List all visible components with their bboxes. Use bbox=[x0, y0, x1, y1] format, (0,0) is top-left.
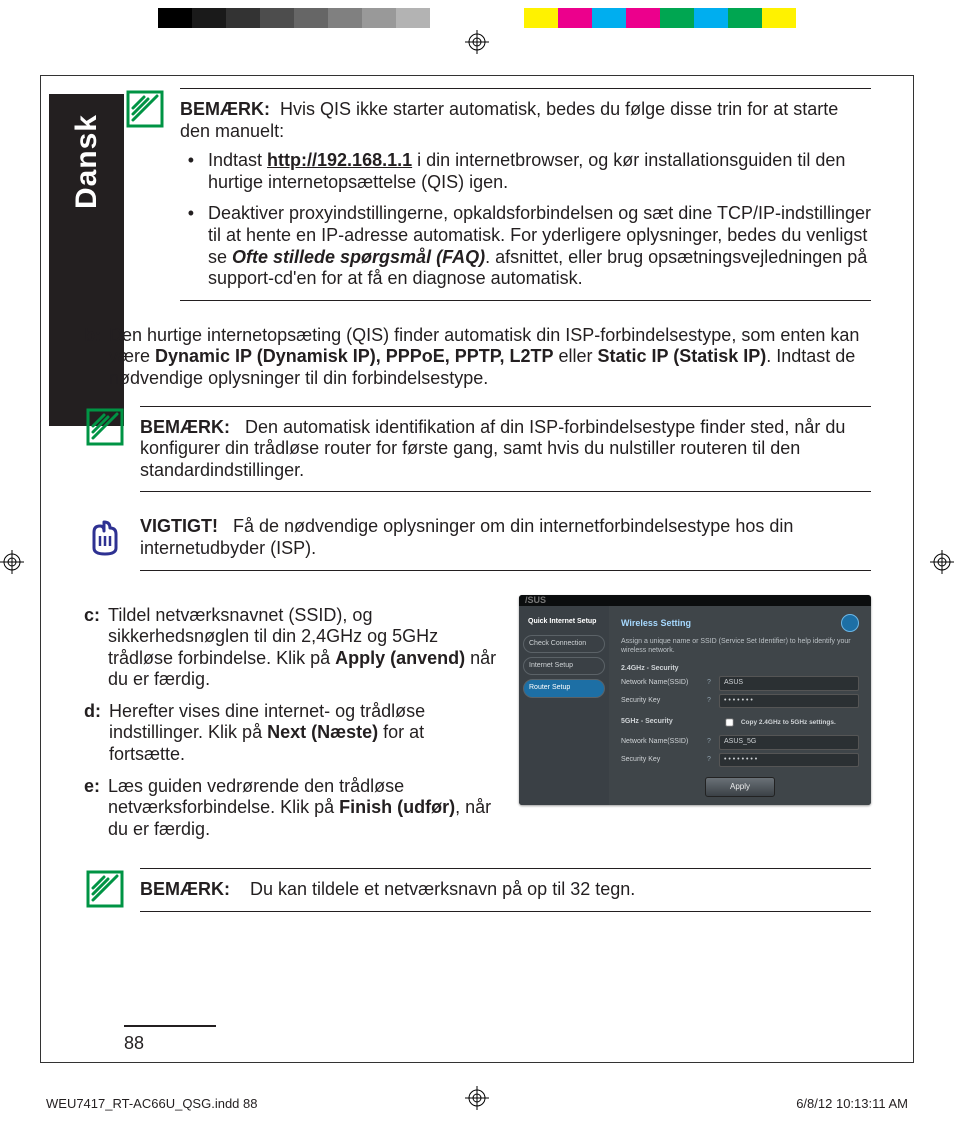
language-label: Dansk bbox=[70, 114, 104, 209]
important-icon bbox=[84, 516, 126, 558]
page-frame: Dansk BEMÆRK: Hvis QIS ikke starter auto… bbox=[40, 75, 914, 1063]
step-d: d: Herefter vises dine internet- og tråd… bbox=[84, 701, 503, 766]
note-block-1: BEMÆRK: Hvis QIS ikke starter automatisk… bbox=[124, 88, 871, 311]
note1-url: http://192.168.1.1 bbox=[267, 150, 412, 170]
print-color-bar bbox=[158, 8, 796, 28]
page-number: 88 bbox=[124, 1025, 216, 1054]
note-icon bbox=[84, 868, 126, 910]
apply-button: Apply bbox=[705, 777, 775, 797]
slug-filename: WEU7417_RT-AC66U_QSG.indd 88 bbox=[46, 1096, 257, 1111]
qis-header: Quick Internet Setup bbox=[523, 614, 605, 630]
note-block-3: BEMÆRK: Du kan tildele et netværksnavn p… bbox=[84, 868, 871, 922]
step-c: c: Tildel netværksnavnet (SSID), og sikk… bbox=[84, 605, 503, 691]
copy-checkbox bbox=[726, 719, 734, 727]
note1-bullet-2: Deaktiver proxyindstillingerne, opkaldsf… bbox=[204, 203, 871, 289]
sec-5ghz: 5GHz - Security bbox=[621, 718, 707, 726]
step-e: e: Læs guiden vedrørende den trådløse ne… bbox=[84, 776, 503, 841]
note1-lead: BEMÆRK: bbox=[180, 99, 270, 119]
note3-lead: BEMÆRK: bbox=[140, 879, 230, 899]
router-ui-figure: /SUS Quick Internet Setup Check Connecti… bbox=[519, 595, 871, 805]
router-brand: /SUS bbox=[525, 595, 546, 606]
qis-step-3: Router Setup bbox=[523, 679, 605, 697]
important-lead: VIGTIGT! bbox=[140, 516, 218, 536]
print-slug-footer: WEU7417_RT-AC66U_QSG.indd 88 6/8/12 10:1… bbox=[46, 1096, 908, 1111]
important-text: Få de nødvendige oplysninger om din inte… bbox=[140, 516, 793, 558]
note2-text: Den automatisk identifikation af din ISP… bbox=[140, 417, 845, 480]
note1-bullet-1: Indtast http://192.168.1.1 i din interne… bbox=[204, 150, 871, 193]
note1-intro: Hvis QIS ikke starter automatisk, bedes … bbox=[180, 99, 838, 141]
registration-mark-right bbox=[930, 550, 954, 574]
note-icon bbox=[84, 406, 126, 448]
qis-step-2: Internet Setup bbox=[523, 657, 605, 675]
note-block-2: BEMÆRK: Den automatisk identifikation af… bbox=[84, 406, 871, 503]
note3-text: Du kan tildele et netværksnavn på op til… bbox=[250, 879, 635, 899]
registration-mark-top bbox=[465, 30, 489, 54]
important-block: VIGTIGT! Få de nødvendige oplysninger om… bbox=[84, 516, 871, 580]
slug-timestamp: 6/8/12 10:13:11 AM bbox=[796, 1096, 908, 1111]
help-icon bbox=[841, 614, 859, 632]
registration-mark-left bbox=[0, 550, 24, 574]
step-b: b: Den hurtige internetopsæting (QIS) fi… bbox=[84, 325, 871, 390]
note2-lead: BEMÆRK: bbox=[140, 417, 230, 437]
sec-24ghz: 2.4GHz - Security bbox=[621, 665, 707, 673]
qis-step-1: Check Connection bbox=[523, 635, 605, 653]
step-b-label: b: bbox=[84, 325, 101, 390]
note-icon bbox=[124, 88, 166, 130]
panel-subtitle: Assign a unique name or SSID (Service Se… bbox=[621, 638, 859, 655]
steps-with-figure: c: Tildel netværksnavnet (SSID), og sikk… bbox=[84, 595, 871, 851]
panel-title: Wireless Setting bbox=[621, 618, 691, 629]
page-content: BEMÆRK: Hvis QIS ikke starter automatisk… bbox=[124, 88, 871, 1022]
